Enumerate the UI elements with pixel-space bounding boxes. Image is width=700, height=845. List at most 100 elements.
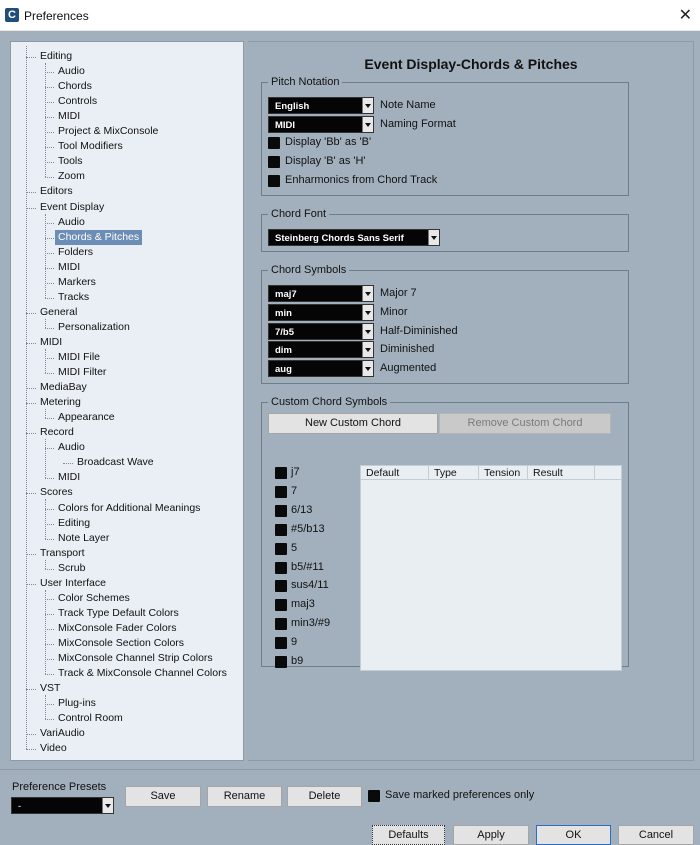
tree-item[interactable]: Chords [55,79,95,94]
tree-connector [45,297,54,299]
custom-chord-checkbox[interactable] [275,580,287,593]
cancel-button[interactable]: Cancel [618,825,694,845]
tree-item[interactable]: MixConsole Fader Colors [55,621,179,636]
display-bb-as-b-checkbox[interactable] [268,137,280,149]
custom-chord-checkbox[interactable] [275,599,287,612]
tree-item[interactable]: Audio [55,64,88,79]
tree-guide [45,499,46,539]
dialog-body: Editing Audio Chords Controls MIDI Project & … [0,31,700,845]
custom-chord-list[interactable]: Default Type Tension Result [360,465,622,671]
custom-chord-checkbox[interactable] [275,504,287,517]
tree-connector [63,463,73,465]
preference-presets-dropdown[interactable]: - [11,797,114,814]
tree-connector [26,749,36,751]
column-header-tension[interactable]: Tension [479,466,528,480]
tree-item[interactable]: Metering [37,395,84,410]
save-preset-button[interactable]: Save [125,786,201,807]
tree-item[interactable]: Audio [55,215,88,230]
custom-chord-checkbox[interactable] [275,637,287,650]
tree-item[interactable]: Markers [55,275,99,290]
custom-chord-checkbox[interactable] [275,467,287,479]
column-header-result[interactable]: Result [528,466,595,480]
tree-item[interactable]: Folders [55,245,96,260]
chord-symbol-dropdown[interactable]: min [268,303,374,321]
new-custom-chord-button[interactable]: New Custom Chord [268,413,438,434]
chevron-down-icon [362,342,373,358]
tree-item[interactable]: MediaBay [37,380,90,395]
save-marked-only-checkbox[interactable] [368,790,380,802]
tree-item[interactable]: Transport [37,546,88,561]
tree-item[interactable]: VST [37,681,63,696]
tree-item[interactable]: Scrub [55,561,88,576]
tree-item[interactable]: Tracks [55,290,92,305]
chord-symbol-value: aug [275,364,292,376]
chord-symbol-dropdown[interactable]: aug [268,360,374,378]
tree-item[interactable]: MIDI [55,470,83,485]
tree-item[interactable]: Video [37,741,70,756]
ok-button[interactable]: OK [536,825,611,845]
tree-item[interactable]: Editing [37,49,75,64]
tree-item[interactable]: Color Schemes [55,591,133,606]
tree-item[interactable]: Audio [55,440,88,455]
delete-preset-button[interactable]: Delete [287,786,362,807]
tree-item[interactable]: MIDI File [55,350,103,365]
custom-chord-checkbox[interactable] [275,618,287,631]
tree-item[interactable]: Chords & Pitches [55,229,143,245]
tree-item[interactable]: Scores [37,485,76,500]
tree-item[interactable]: Controls [55,94,100,109]
chord-symbol-dropdown[interactable]: maj7 [268,285,374,302]
enharmonics-checkbox[interactable] [268,175,280,187]
column-header-default[interactable]: Default [361,466,429,480]
tree-item[interactable]: Editing [55,516,93,531]
tree-connector [45,508,54,510]
note-name-dropdown[interactable]: English [268,97,374,114]
tree-item[interactable]: Note Layer [55,531,112,546]
tree-item[interactable]: Tool Modifiers [55,139,126,154]
defaults-button[interactable]: Defaults [372,825,445,845]
custom-chord-checkbox[interactable] [275,561,287,574]
display-b-as-h-checkbox[interactable] [268,156,280,168]
tree-item[interactable]: MIDI Filter [55,365,109,380]
tree-item[interactable]: Record [37,425,77,440]
chord-symbol-dropdown[interactable]: dim [268,341,374,359]
tree-item[interactable]: User Interface [37,576,109,591]
tree-item[interactable]: Control Room [55,711,126,726]
tree-item[interactable]: Broadcast Wave [74,455,157,470]
note-name-label: Note Name [380,99,436,111]
tree-item[interactable]: Zoom [55,169,88,184]
tree-item[interactable]: MIDI [37,335,65,350]
tree-item[interactable]: Appearance [55,410,118,425]
tree-item[interactable]: Event Display [37,200,107,215]
tree-item[interactable]: MixConsole Section Colors [55,636,187,651]
tree-connector [45,373,54,375]
custom-chord-checkbox[interactable] [275,542,287,555]
tree-item[interactable]: Tools [55,154,86,169]
chord-symbol-dropdown[interactable]: 7/b5 [268,322,374,340]
naming-format-dropdown[interactable]: MIDI [268,116,374,133]
tree-item[interactable]: Project & MixConsole [55,124,161,139]
tree-item[interactable]: Track & MixConsole Channel Colors [55,666,230,681]
custom-chord-checkbox[interactable] [275,523,287,536]
tree-item[interactable]: Personalization [55,320,133,335]
tree-item[interactable]: MixConsole Channel Strip Colors [55,651,216,666]
tree-item[interactable]: Colors for Additional Meanings [55,501,203,516]
tree-item[interactable]: Editors [37,184,76,199]
tree-item[interactable]: MIDI [55,109,83,124]
remove-custom-chord-button[interactable]: Remove Custom Chord [439,413,611,434]
chord-font-dropdown[interactable]: Steinberg Chords Sans Serif [268,229,440,246]
rename-preset-button[interactable]: Rename [207,786,282,807]
tree-item[interactable]: MIDI [55,260,83,275]
tree-item[interactable]: Track Type Default Colors [55,606,182,621]
tree-item[interactable]: VariAudio [37,726,88,741]
preferences-tree[interactable]: Editing Audio Chords Controls MIDI Project & … [10,41,244,761]
custom-chord-checkbox[interactable] [275,485,287,498]
custom-chord-label: 7 [291,484,298,497]
column-header-type[interactable]: Type [429,466,479,480]
tree-item[interactable]: Plug-ins [55,696,99,711]
tree-guide [45,318,46,328]
apply-button[interactable]: Apply [453,825,529,845]
custom-chord-checkbox[interactable] [275,656,287,668]
display-b-as-h-label: Display 'B' as 'H' [285,155,366,167]
tree-item[interactable]: General [37,305,80,320]
close-icon[interactable]: ✕ [679,5,692,25]
